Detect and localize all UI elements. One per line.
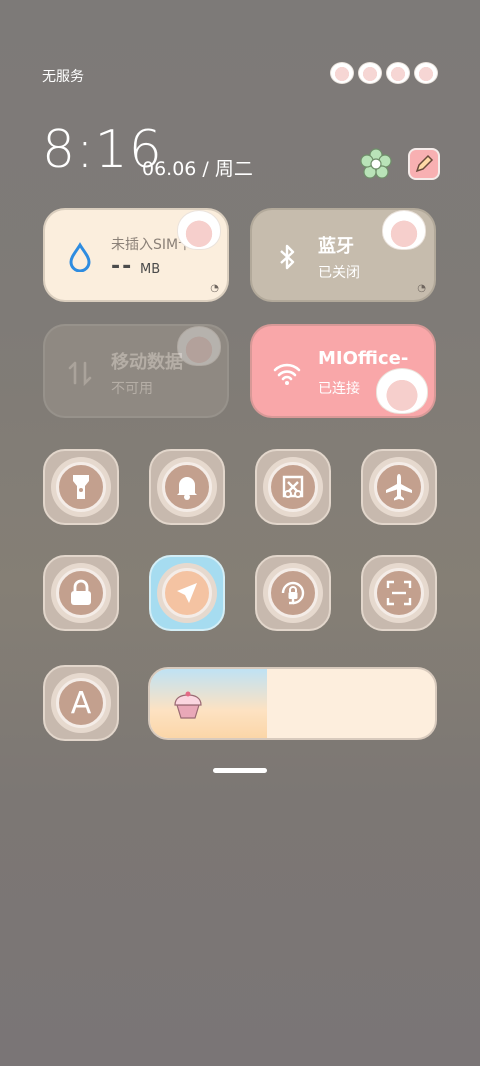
rotation-lock-toggle[interactable] bbox=[255, 555, 331, 631]
settings-flower-icon[interactable] bbox=[360, 148, 392, 180]
signal-sheep-icon bbox=[330, 62, 354, 84]
wifi-tile-title: MIOffice- bbox=[318, 348, 409, 369]
brightness-slider-fill bbox=[150, 669, 267, 738]
bluetooth-tile-status: 已关闭 bbox=[318, 265, 360, 281]
carrier-label: 无服务 bbox=[42, 69, 84, 85]
auto-brightness-toggle[interactable]: A bbox=[43, 665, 119, 741]
flashlight-icon bbox=[73, 475, 89, 499]
sheep-decoration-icon bbox=[382, 210, 426, 250]
sheep-icon bbox=[414, 62, 438, 84]
cupcake-icon bbox=[174, 691, 202, 719]
sheep-decoration-icon bbox=[177, 210, 221, 250]
bluetooth-tile[interactable]: 蓝牙 已关闭 ◔ bbox=[250, 208, 436, 302]
wifi-icon bbox=[273, 363, 301, 385]
data-arrows-icon bbox=[68, 361, 92, 387]
wifi-tile[interactable]: MIOffice- 已连接 bbox=[250, 324, 436, 418]
status-bar: 无服务 bbox=[0, 60, 480, 92]
bell-icon bbox=[177, 477, 197, 500]
bluetooth-icon bbox=[280, 244, 295, 270]
bluetooth-tile-title: 蓝牙 bbox=[318, 236, 354, 257]
status-icons bbox=[330, 62, 438, 84]
sim-tile-unit: MB bbox=[140, 262, 161, 277]
scissors-icon bbox=[282, 475, 304, 498]
location-arrow-icon bbox=[177, 583, 197, 603]
edit-icon[interactable] bbox=[408, 148, 440, 180]
sheep-decoration-icon bbox=[376, 368, 428, 414]
scanner-toggle[interactable] bbox=[361, 555, 437, 631]
mobile-data-tile-status: 不可用 bbox=[111, 381, 153, 397]
home-indicator[interactable] bbox=[213, 768, 267, 773]
scan-icon bbox=[386, 580, 412, 606]
airplane-icon bbox=[386, 474, 412, 501]
lock-screen-toggle[interactable] bbox=[43, 555, 119, 631]
date-label: 06.06 / 周二 bbox=[142, 158, 253, 180]
sim-data-tile[interactable]: 未插入SIM卡 -- MB ◔ bbox=[43, 208, 229, 302]
rotation-lock-icon bbox=[281, 581, 305, 605]
mobile-data-tile[interactable]: 移动数据 不可用 bbox=[43, 324, 229, 418]
droplet-icon bbox=[69, 242, 91, 272]
airplane-mode-toggle[interactable] bbox=[361, 449, 437, 525]
wifi-tile-status: 已连接 bbox=[318, 381, 360, 397]
battery-sheep-icon bbox=[386, 62, 410, 84]
sheep-decoration-icon bbox=[177, 326, 221, 366]
screenshot-toggle[interactable] bbox=[255, 449, 331, 525]
mobile-data-tile-title: 移动数据 bbox=[111, 352, 183, 373]
letter-a-icon: A bbox=[70, 685, 92, 721]
sim-tile-value: -- bbox=[111, 254, 134, 279]
flashlight-toggle[interactable] bbox=[43, 449, 119, 525]
brightness-slider[interactable] bbox=[148, 667, 437, 740]
sound-toggle[interactable] bbox=[149, 449, 225, 525]
location-toggle[interactable] bbox=[149, 555, 225, 631]
corner-leaf-icon: ◔ bbox=[210, 283, 219, 294]
corner-leaf-icon: ◔ bbox=[417, 283, 426, 294]
wifi-sheep-icon bbox=[358, 62, 382, 84]
lock-icon bbox=[71, 579, 91, 605]
